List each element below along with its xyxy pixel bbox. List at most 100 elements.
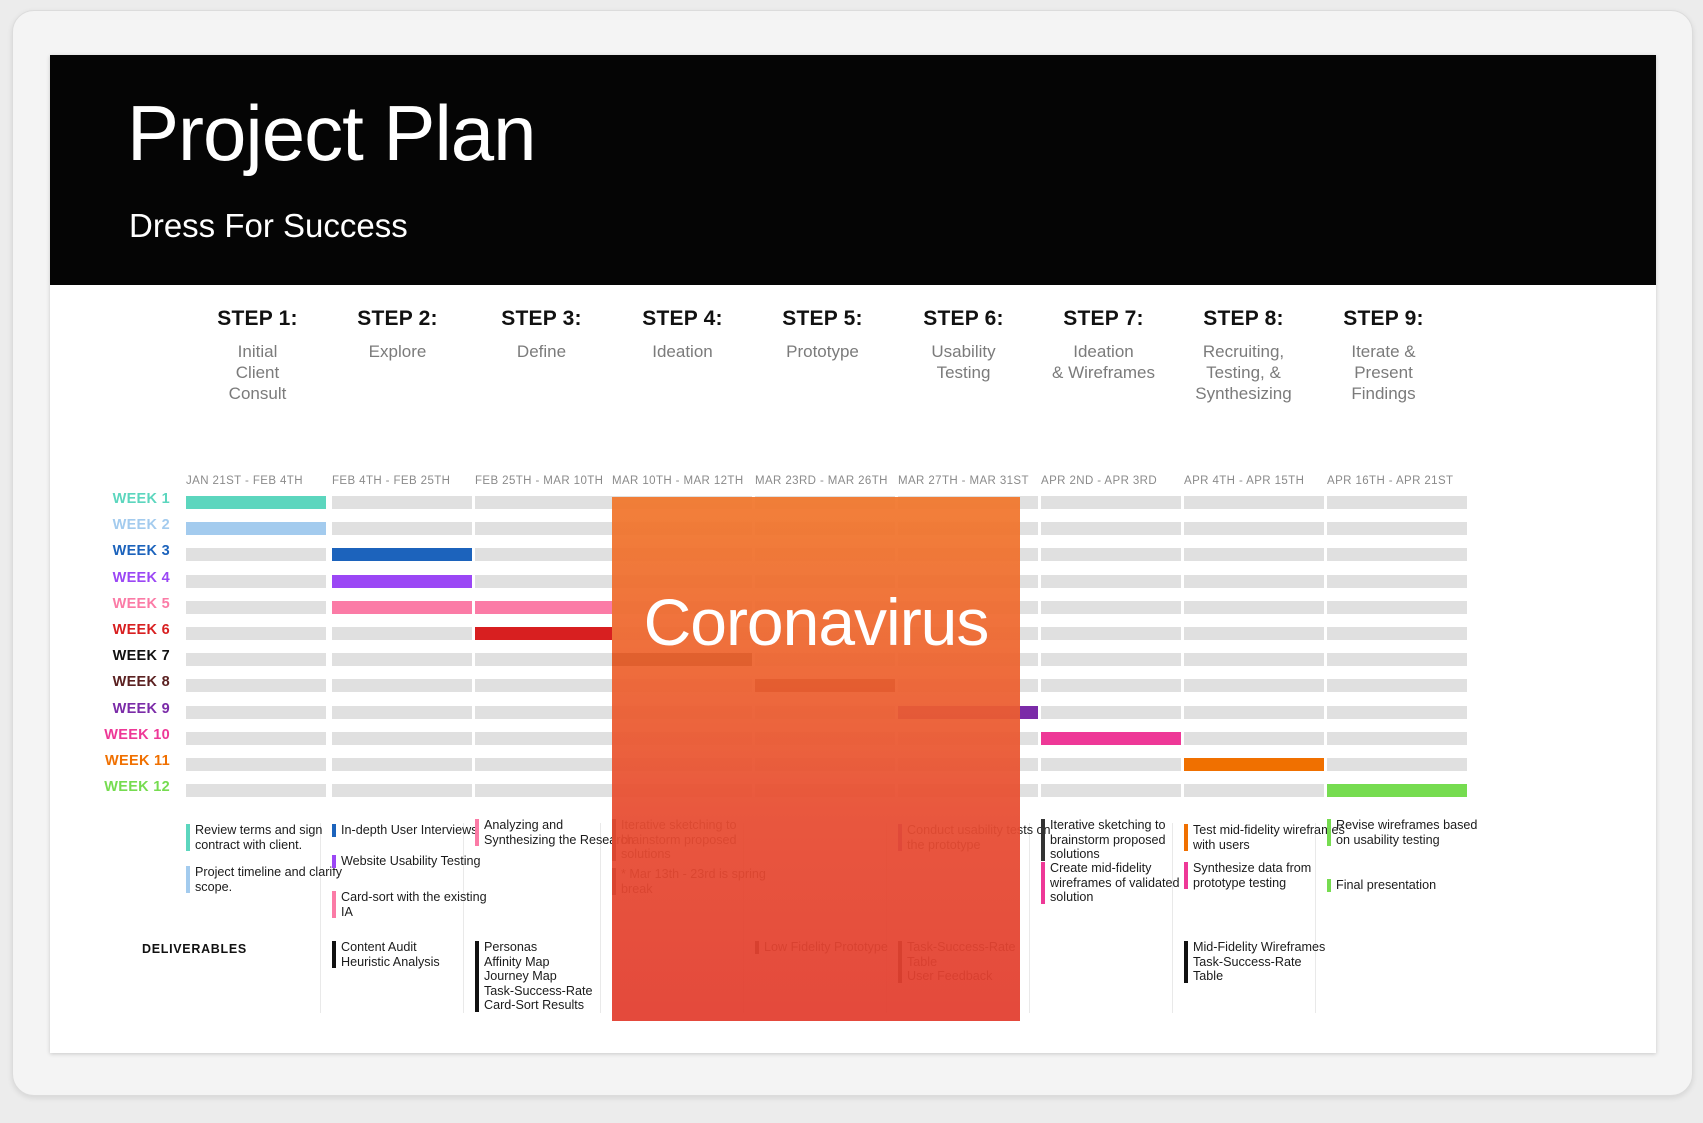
timeline-bar-w12-s5 <box>755 784 895 798</box>
timeline-bar-w3-s1 <box>186 548 326 562</box>
deliverable-accent-bar <box>475 941 479 1012</box>
week-label-2: WEEK 2 <box>112 517 170 534</box>
timeline-bar-w7-s8 <box>1184 653 1324 667</box>
note-step7-2: Create mid-fidelity wireframes of valida… <box>1041 861 1202 905</box>
timeline-bar-w11-s2 <box>332 758 472 771</box>
page-title: Project Plan <box>127 89 537 177</box>
week-label-4: WEEK 4 <box>112 569 170 586</box>
timeline-bar-w1-s7 <box>1041 496 1181 509</box>
timeline-bar-w10-s9 <box>1327 731 1467 745</box>
timeline-bar-w7-s6 <box>898 653 1038 667</box>
note-accent-bar <box>186 866 190 894</box>
note-text: Test mid-fidelity wireframes with users <box>1193 823 1345 852</box>
note-text: Iterative sketching to brainstorm propos… <box>621 818 737 862</box>
timeline-bar-w9-s3 <box>475 705 615 719</box>
timeline-bar-w10-s8 <box>1184 731 1324 745</box>
timeline-bar-w10-s5 <box>755 731 895 745</box>
date-range-step-3: FEB 25TH - MAR 10TH <box>475 475 604 487</box>
note-text: Card-sort with the existing IA <box>341 890 487 919</box>
deliverable-step6: Task-Success-Rate Table User Feedback <box>898 940 1059 984</box>
timeline-bar-w12-s4 <box>612 784 752 798</box>
timeline-bar-w6-s6 <box>898 627 1038 640</box>
note-text: Review terms and sign contract with clie… <box>195 823 323 852</box>
note-text: Conduct usability tests on the prototype <box>907 823 1051 852</box>
note-accent-bar <box>898 824 902 852</box>
timeline-bar-w8-s6 <box>898 679 1038 693</box>
timeline-bar-w4-s2 <box>332 574 472 588</box>
timeline-bar-w11-s7 <box>1041 758 1181 771</box>
timeline-bar-w9-s1 <box>186 705 326 719</box>
timeline-bar-w12-s6 <box>898 784 1038 798</box>
timeline-bar-w4-s7 <box>1041 574 1181 588</box>
note-accent-bar <box>332 855 336 868</box>
step-number-9: STEP 9: <box>1343 307 1424 330</box>
timeline-bar-w4-s1 <box>186 574 326 588</box>
week-label-7: WEEK 7 <box>112 648 170 665</box>
timeline-bar-w8-s8 <box>1184 679 1324 693</box>
note-step4-1: Iterative sketching to brainstorm propos… <box>612 818 773 862</box>
timeline-bar-w6-s1 <box>186 627 326 640</box>
timeline-bar-w12-s8 <box>1184 784 1324 798</box>
note-text: Website Usability Testing <box>341 854 481 868</box>
week-label-3: WEEK 3 <box>112 543 170 560</box>
timeline-bar-w2-s6 <box>898 522 1038 536</box>
timeline-bar-w11-s6 <box>898 758 1038 771</box>
timeline-bar-w10-s3 <box>475 731 615 745</box>
timeline-bar-w10-s4 <box>612 731 752 745</box>
note-accent-bar <box>475 819 479 847</box>
timeline-bar-w4-s9 <box>1327 574 1467 588</box>
timeline-bar-w4-s8 <box>1184 574 1324 588</box>
timeline-bar-w6-s8 <box>1184 627 1324 640</box>
date-range-step-4: MAR 10TH - MAR 12TH <box>612 475 744 487</box>
timeline-bar-w2-s5 <box>755 522 895 536</box>
timeline-bar-w12-s2 <box>332 784 472 798</box>
date-range-step-7: APR 2ND - APR 3RD <box>1041 475 1158 487</box>
date-range-step-5: MAR 23RD - MAR 26TH <box>755 475 888 487</box>
timeline-bar-w6-s3 <box>475 627 615 640</box>
note-step6-1: Conduct usability tests on the prototype <box>898 823 1059 852</box>
deliverable-step5: Low Fidelity Prototype <box>755 940 916 955</box>
timeline-bar-w5-s3 <box>475 600 615 614</box>
note-text: Final presentation <box>1336 878 1437 892</box>
timeline-bar-w11-s3 <box>475 758 615 771</box>
note-accent-bar <box>1184 824 1188 852</box>
note-step2-2: Website Usability Testing <box>332 854 493 869</box>
timeline-bar-w7-s1 <box>186 653 326 667</box>
timeline-bar-w4-s4 <box>612 574 752 588</box>
note-text: * Mar 13th - 23rd is spring break <box>621 867 766 896</box>
timeline-bar-w4-s3 <box>475 574 615 588</box>
week-label-1: WEEK 1 <box>112 491 170 507</box>
timeline-bar-w1-s9 <box>1327 496 1467 509</box>
note-accent-bar <box>1184 862 1188 890</box>
timeline-bar-w9-s2 <box>332 705 472 719</box>
date-range-step-8: APR 4TH - APR 15TH <box>1184 475 1305 487</box>
timeline-bar-w2-s9 <box>1327 522 1467 536</box>
device-frame: Project Plan Dress For Success STEP 1: In… <box>0 0 1703 1123</box>
slide-body: STEP 1: Initial Client Consult STEP 2: Explor… <box>50 285 1656 1053</box>
timeline-bar-w11-s8 <box>1184 758 1324 771</box>
timeline-bar-w7-s7 <box>1041 653 1181 667</box>
timeline-bar-w10-s2 <box>332 731 472 745</box>
slide-header: Project Plan Dress For Success <box>50 55 1656 285</box>
timeline-bar-w9-s6 <box>898 705 1038 719</box>
note-accent-bar <box>1327 819 1331 847</box>
note-text: Revise wireframes based on usability tes… <box>1336 818 1478 847</box>
timeline-bar-w11-s5 <box>755 758 895 771</box>
week-label-6: WEEK 6 <box>112 622 170 638</box>
timeline-bar-w5-s5 <box>755 600 895 614</box>
note-accent-bar <box>1327 879 1331 892</box>
timeline-bar-w3-s4 <box>612 548 752 562</box>
timeline-bar-w3-s5 <box>755 548 895 562</box>
note-accent-bar <box>612 819 616 861</box>
timeline-bar-w3-s6 <box>898 548 1038 562</box>
note-text: In-depth User Interviews <box>341 823 478 837</box>
timeline-bar-w1-s6 <box>898 496 1038 509</box>
timeline-bar-w1-s8 <box>1184 496 1324 509</box>
timeline-bar-w2-s3 <box>475 522 615 536</box>
week-label-12: WEEK 12 <box>104 779 170 796</box>
timeline-bar-w3-s3 <box>475 548 615 562</box>
note-text: Project timeline and clarify scope. <box>195 865 342 894</box>
timeline-bar-w7-s2 <box>332 653 472 667</box>
timeline-bar-w6-s7 <box>1041 627 1181 640</box>
week-label-10: WEEK 10 <box>104 726 170 743</box>
